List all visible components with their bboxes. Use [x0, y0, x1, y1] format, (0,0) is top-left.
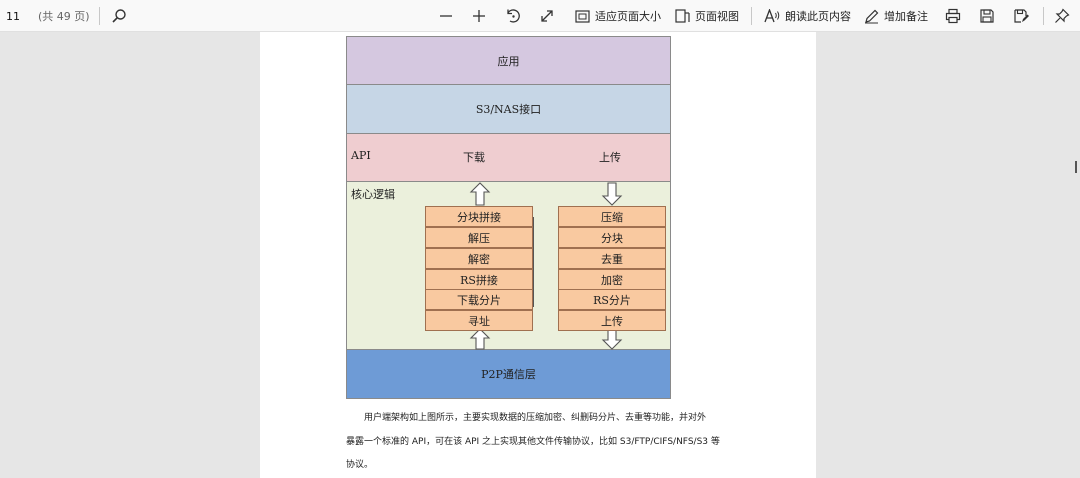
pin-icon — [1054, 8, 1070, 24]
upload-step: 上传 — [558, 310, 666, 331]
save-as-icon — [1013, 8, 1029, 24]
download-step: 解密 — [425, 248, 533, 269]
page-number-input[interactable]: 11 — [2, 6, 24, 26]
upload-step: 加密 — [558, 269, 666, 290]
toolbar-divider — [99, 7, 100, 25]
plus-icon — [471, 8, 487, 24]
download-step: 下载分片 — [425, 289, 533, 310]
minus-icon — [438, 8, 454, 24]
download-label: 下载 — [463, 151, 485, 164]
upload-step: 分块 — [558, 227, 666, 248]
download-stack-line — [533, 217, 534, 307]
zoom-out-button[interactable] — [438, 0, 456, 32]
fit-page-icon — [575, 9, 590, 23]
paragraph-line: 用户端架构如上图所示，主要实现数据的压缩加密、纠删码分片、去重等功能，并对外 — [364, 413, 707, 423]
upload-label: 上传 — [599, 151, 621, 164]
add-note-button[interactable]: 增加备注 — [864, 0, 928, 32]
fit-page-button[interactable]: 适应页面大小 — [575, 0, 661, 32]
page-view-icon — [675, 9, 690, 23]
paragraph-line: 协议。 — [346, 460, 374, 470]
expand-icon — [539, 8, 555, 24]
save-button[interactable] — [979, 0, 997, 32]
add-note-label: 增加备注 — [884, 10, 928, 23]
architecture-diagram: 应用 S3/NAS接口 API 下载 上传 核心逻辑 P2P通信层 分块拼接 解… — [346, 36, 671, 399]
p2p-layer: P2P通信层 — [347, 350, 670, 398]
upload-step: 压缩 — [558, 206, 666, 227]
download-step: RS拼接 — [425, 269, 533, 290]
scrollbar-thumb[interactable] — [1075, 161, 1077, 173]
upload-step: RS分片 — [558, 289, 666, 310]
read-aloud-label: 朗读此页内容 — [785, 10, 851, 23]
zoom-in-button[interactable] — [471, 0, 489, 32]
upload-step: 去重 — [558, 248, 666, 269]
toolbar-divider — [1043, 7, 1044, 25]
fit-page-label: 适应页面大小 — [595, 10, 661, 23]
core-logic-label: 核心逻辑 — [351, 188, 395, 201]
save-icon — [979, 8, 995, 24]
p2p-down-arrow — [601, 328, 623, 350]
s3-nas-layer: S3/NAS接口 — [347, 85, 670, 134]
pdf-toolbar: 11 (共 49 页) 适应页面大小 页面视图 朗读此页内容 增加备注 — [0, 0, 1080, 32]
page-total-label: (共 49 页) — [38, 10, 90, 23]
rotate-button[interactable] — [505, 0, 523, 32]
save-as-button[interactable] — [1013, 0, 1031, 32]
download-step: 解压 — [425, 227, 533, 248]
print-button[interactable] — [945, 0, 963, 32]
download-step: 分块拼接 — [425, 206, 533, 227]
download-step: 寻址 — [425, 310, 533, 331]
app-layer-label: 应用 — [497, 54, 520, 68]
fullscreen-button[interactable] — [539, 0, 557, 32]
page-view-label: 页面视图 — [695, 10, 739, 23]
rotate-icon — [505, 8, 521, 24]
p2p-layer-label: P2P通信层 — [481, 368, 536, 381]
paragraph-line: 暴露一个标准的 API，可在该 API 之上实现其他文件传输协议，比如 S3/F… — [346, 437, 720, 447]
app-layer: 应用 — [347, 37, 670, 85]
page-view-button[interactable]: 页面视图 — [675, 0, 739, 32]
api-label: API — [351, 149, 371, 162]
toolbar-divider — [751, 7, 752, 25]
download-up-arrow — [469, 182, 491, 206]
upload-down-arrow — [601, 182, 623, 206]
search-button[interactable] — [111, 0, 131, 32]
read-aloud-icon — [764, 9, 780, 23]
read-aloud-button[interactable]: 朗读此页内容 — [764, 0, 851, 32]
api-layer: API 下载 上传 — [347, 134, 670, 182]
search-icon — [111, 8, 127, 24]
p2p-up-arrow — [469, 328, 491, 350]
printer-icon — [945, 8, 961, 24]
s3-nas-layer-label: S3/NAS接口 — [475, 103, 542, 116]
pen-icon — [864, 9, 879, 24]
pin-toolbar-button[interactable] — [1054, 0, 1072, 32]
